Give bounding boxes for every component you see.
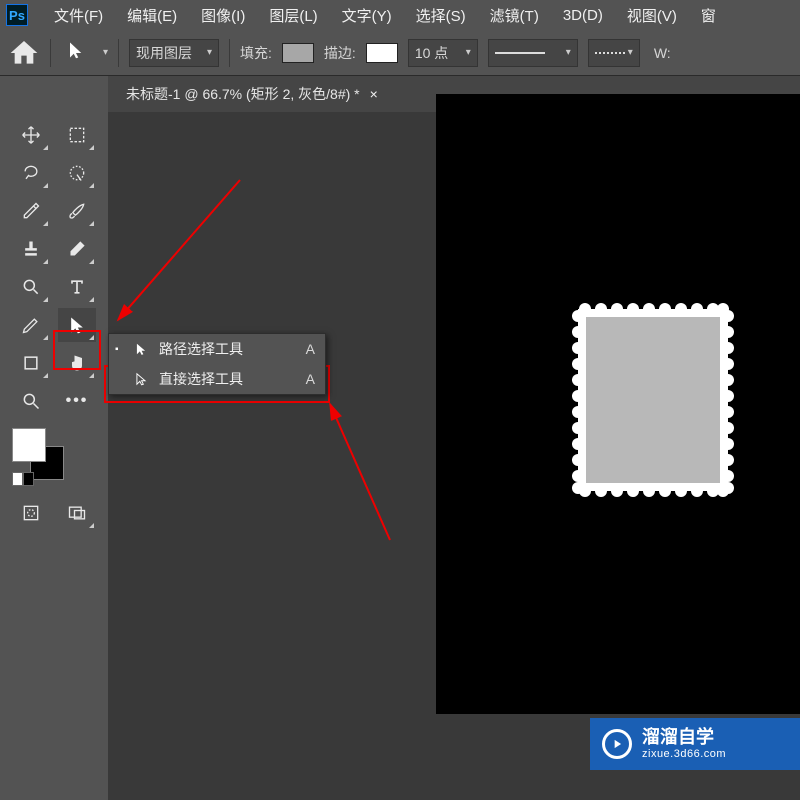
flyout-direct-selection[interactable]: 直接选择工具 A [109, 364, 325, 394]
dodge-tool[interactable] [12, 270, 50, 304]
menu-image[interactable]: 图像(I) [191, 1, 255, 30]
white-arrow-icon [133, 372, 149, 386]
menu-view[interactable]: 视图(V) [617, 1, 687, 30]
stroke-dash-select[interactable]: ▾ [588, 39, 640, 67]
foreground-color[interactable] [12, 428, 46, 462]
flyout-item-label: 路径选择工具 [159, 339, 243, 359]
separator [118, 39, 119, 67]
chevron-down-icon: ▾ [628, 47, 633, 58]
chevron-down-icon: ▾ [207, 47, 212, 58]
active-bullet-icon: ▪ [115, 344, 123, 355]
chevron-down-icon: ▾ [466, 47, 471, 58]
menu-edit[interactable]: 编辑(E) [117, 1, 187, 30]
stroke-dash [595, 52, 625, 54]
separator [229, 39, 230, 67]
hand-tool[interactable] [58, 346, 96, 380]
move-tool[interactable] [12, 118, 50, 152]
quickmask-tool[interactable] [12, 496, 50, 530]
fill-label: 填充: [240, 43, 272, 63]
flyout-shortcut: A [306, 371, 315, 387]
screenmode-tool[interactable] [58, 496, 96, 530]
stroke-width-value: 10 点 [415, 43, 448, 63]
stamp-tool[interactable] [12, 232, 50, 266]
chevron-down-icon[interactable]: ▾ [103, 47, 108, 58]
stroke-color-swatch[interactable] [366, 43, 398, 63]
eraser-tool[interactable] [58, 232, 96, 266]
black-arrow-icon [133, 342, 149, 356]
default-colors-icon[interactable] [12, 472, 34, 486]
close-icon[interactable]: × [370, 86, 378, 102]
fill-color-swatch[interactable] [282, 43, 314, 63]
path-select-tool[interactable] [58, 308, 96, 342]
flyout-shortcut: A [306, 341, 315, 357]
width-label: W: [654, 45, 671, 61]
shape-tool[interactable] [12, 346, 50, 380]
path-select-flyout: ▪ 路径选择工具 A 直接选择工具 A [108, 333, 326, 395]
options-bar: ▾ 现用图层 ▾ 填充: 描边: 10 点 ▾ ▾ ▾ W: [0, 30, 800, 76]
color-swatches[interactable] [12, 428, 82, 488]
pen-tool[interactable] [12, 308, 50, 342]
watermark-sub: zixue.3d66.com [642, 748, 726, 760]
play-icon [602, 729, 632, 759]
type-tool[interactable] [58, 270, 96, 304]
menu-3d[interactable]: 3D(D) [553, 3, 613, 28]
home-button[interactable] [8, 37, 40, 69]
flyout-item-label: 直接选择工具 [159, 369, 243, 389]
stroke-style-line [495, 52, 545, 54]
tool-panel: ••• [0, 76, 108, 800]
app-logo: Ps [6, 4, 28, 26]
stroke-label: 描边: [324, 43, 356, 63]
menu-file[interactable]: 文件(F) [44, 1, 113, 30]
document-tab-title: 未标题-1 @ 66.7% (矩形 2, 灰色/8#) * [126, 84, 360, 104]
lasso-tool[interactable] [12, 156, 50, 190]
more-tools[interactable]: ••• [58, 384, 96, 418]
canvas-artboard [436, 94, 800, 714]
menu-select[interactable]: 选择(S) [406, 1, 476, 30]
menu-filter[interactable]: 滤镜(T) [480, 1, 549, 30]
menu-bar: Ps 文件(F) 编辑(E) 图像(I) 图层(L) 文字(Y) 选择(S) 滤… [0, 0, 800, 30]
shape-mode-value: 现用图层 [136, 43, 192, 63]
menu-window[interactable]: 窗 [691, 1, 726, 30]
menu-type[interactable]: 文字(Y) [332, 1, 402, 30]
eyedropper-tool[interactable] [12, 194, 50, 228]
shape-mode-select[interactable]: 现用图层 ▾ [129, 39, 219, 67]
separator [50, 39, 51, 67]
watermark-title: 溜溜自学 [642, 728, 726, 748]
document-tab[interactable]: 未标题-1 @ 66.7% (矩形 2, 灰色/8#) * × [108, 76, 390, 112]
pointer-icon[interactable] [61, 39, 91, 66]
stroke-width-select[interactable]: 10 点 ▾ [408, 39, 478, 67]
flyout-path-selection[interactable]: ▪ 路径选择工具 A [109, 334, 325, 364]
brush-tool[interactable] [58, 194, 96, 228]
chevron-down-icon: ▾ [566, 47, 571, 58]
zoom-tool[interactable] [12, 384, 50, 418]
watermark-badge: 溜溜自学 zixue.3d66.com [590, 718, 800, 770]
menu-layer[interactable]: 图层(L) [259, 1, 327, 30]
marquee-tool[interactable] [58, 118, 96, 152]
stroke-style-select[interactable]: ▾ [488, 39, 578, 67]
quick-select-tool[interactable] [58, 156, 96, 190]
